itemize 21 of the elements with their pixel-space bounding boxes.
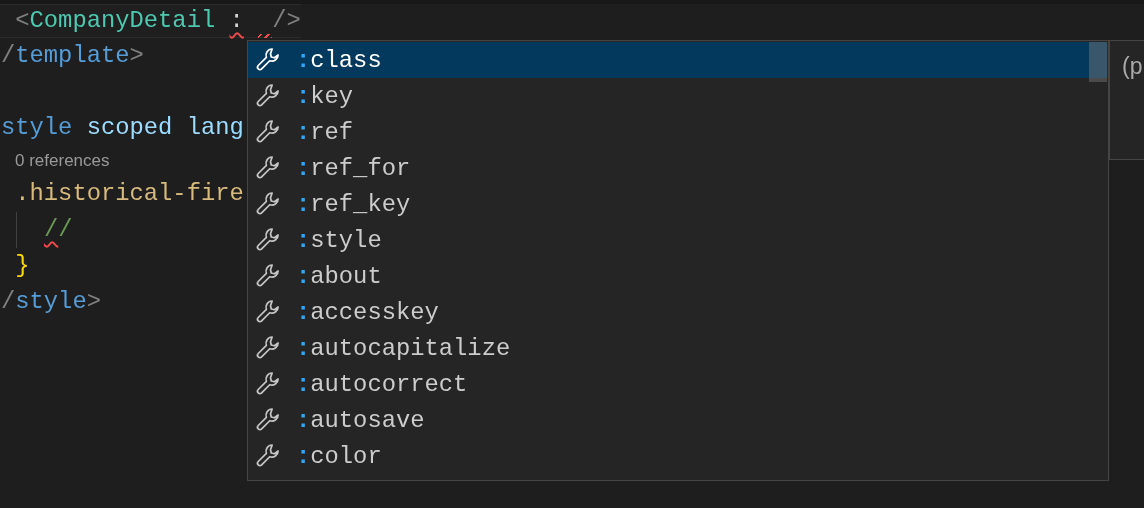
code-line: /style> bbox=[0, 287, 101, 317]
suggestion-item[interactable]: :accesskey bbox=[248, 294, 1108, 330]
codelens-text: 0 references bbox=[14, 150, 110, 172]
suggestion-item[interactable]: :ref_for bbox=[248, 150, 1108, 186]
details-text: (p bbox=[1122, 53, 1143, 80]
suggestion-item[interactable]: :autosave bbox=[248, 402, 1108, 438]
code-line: // bbox=[0, 212, 73, 248]
suggestion-item[interactable]: :color bbox=[248, 438, 1108, 474]
code-line: /template> bbox=[0, 41, 144, 71]
suggestion-item[interactable]: :ref bbox=[248, 114, 1108, 150]
suggestion-item[interactable]: :autocorrect bbox=[248, 366, 1108, 402]
code-line: } bbox=[14, 251, 30, 281]
suggestion-item[interactable]: :style bbox=[248, 222, 1108, 258]
suggestion-item[interactable]: :class bbox=[248, 42, 1108, 78]
scrollbar-thumb[interactable] bbox=[1089, 42, 1107, 82]
suggestion-item[interactable]: :autocapitalize bbox=[248, 330, 1108, 366]
suggestion-item[interactable]: :key bbox=[248, 78, 1108, 114]
code-line: style scoped lang bbox=[0, 113, 244, 143]
suggestion-item[interactable]: :about bbox=[248, 258, 1108, 294]
suggestion-item[interactable]: :ref_key bbox=[248, 186, 1108, 222]
code-line: .historical-fire bbox=[14, 179, 244, 209]
